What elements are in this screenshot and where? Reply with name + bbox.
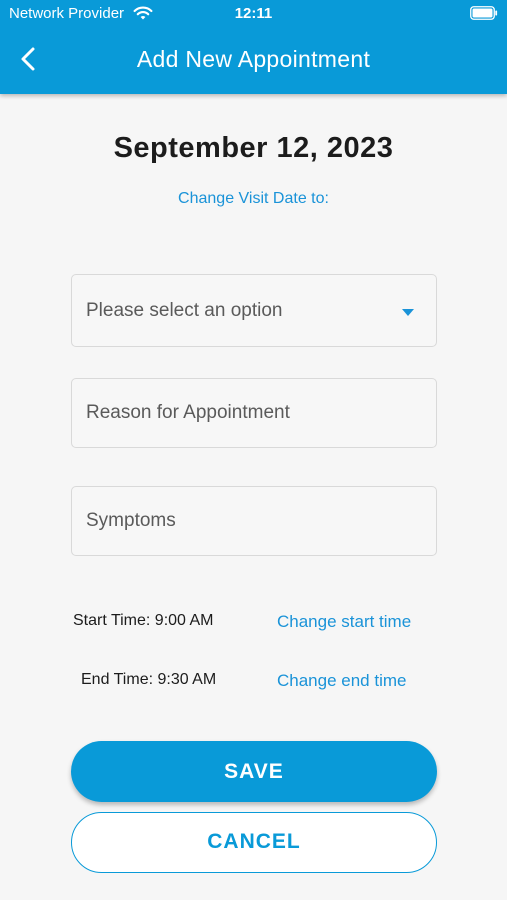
caret-down-icon	[402, 309, 414, 316]
symptoms-field-container	[71, 486, 437, 556]
cancel-button[interactable]: CANCEL	[71, 812, 437, 873]
change-end-time-link[interactable]: Change end time	[277, 671, 406, 691]
reason-field-container	[71, 378, 437, 448]
battery-icon	[470, 6, 498, 20]
save-button[interactable]: SAVE	[71, 741, 437, 802]
add-appointment-screen: Network Provider 12:11 Add New Appointme…	[0, 0, 507, 900]
start-time-label: Start Time: 9:00 AM	[73, 612, 214, 629]
select-placeholder: Please select an option	[86, 299, 283, 321]
appointment-type-select[interactable]: Please select an option	[71, 274, 437, 347]
change-visit-date-link[interactable]: Change Visit Date to:	[0, 190, 507, 208]
status-time: 12:11	[234, 5, 273, 22]
page-title: Add New Appointment	[136, 46, 371, 72]
app-bar: Add New Appointment	[0, 28, 507, 94]
reason-input[interactable]	[72, 379, 436, 447]
symptoms-input[interactable]	[72, 487, 436, 555]
change-start-time-link[interactable]: Change start time	[277, 612, 411, 632]
visit-date: September 12, 2023	[113, 132, 394, 164]
status-bar: Network Provider 12:11	[0, 0, 507, 28]
header: Network Provider 12:11 Add New Appointme…	[0, 0, 507, 94]
end-time-label: End Time: 9:30 AM	[81, 671, 217, 688]
